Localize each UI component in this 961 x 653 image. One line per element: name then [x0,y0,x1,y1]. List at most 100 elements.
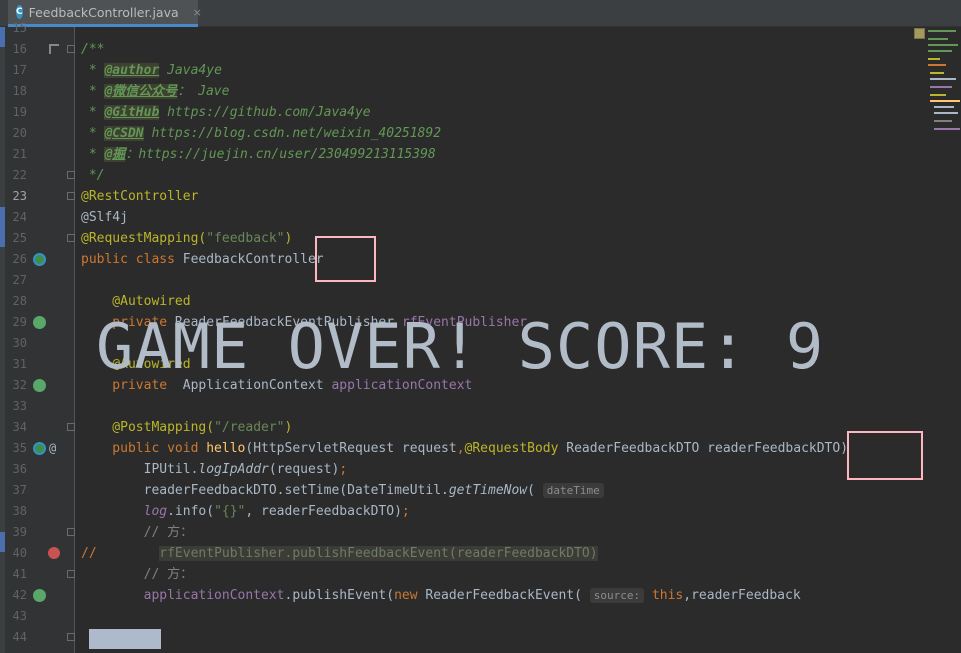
gutter-line-22[interactable]: 22 [5,165,75,186]
code-line-21: * @掘：https://juejin.cn/user/230499213115… [81,144,436,165]
close-tab-icon[interactable]: × [193,6,202,19]
comment-star: * [81,105,105,120]
gutter-line-17[interactable]: 17 [5,60,75,81]
fold-marker-icon[interactable] [67,234,75,242]
string-literal: "/reader" [214,420,285,435]
line-number: 32 [12,378,27,392]
gutter-line-23[interactable]: 23 [5,186,75,207]
code-line-18: * @微信公众号： Jave [81,81,229,102]
code-line-36: IPUtil.logIpAddr(request); [81,459,348,480]
gutter-line-30[interactable]: 30 [5,333,75,354]
gutter-line-25[interactable]: 25 [5,228,75,249]
line-number: 21 [12,147,27,161]
code-minimap[interactable] [926,28,961,138]
game-over-banner: GAME OVER! SCORE: 9 [96,310,825,383]
gutter-line-21[interactable]: 21 [5,144,75,165]
code-line-23: @RestController [81,189,199,204]
gutter-line-15[interactable]: 15 [5,18,75,39]
line-comment-marker: // [81,546,97,561]
gutter-line-35[interactable]: 35 @ [5,438,75,459]
gutter-line-19[interactable]: 19 [5,102,75,123]
param-list: ReaderFeedbackDTO readerFeedbackDTO) [566,441,849,456]
field-name: applicationContext [81,588,285,603]
gutter-line-42[interactable]: 42 [5,585,75,606]
gutter-line-44[interactable]: 44 [5,627,75,648]
line-number: 35 [12,441,27,455]
line-number: 23 [12,189,27,203]
gutter-line-29[interactable]: 29 [5,312,75,333]
code-line-35: public void hello(HttpServletRequest req… [81,438,848,459]
line-number: 41 [12,567,27,581]
gutter-line-40[interactable]: 40 [5,543,75,564]
line-gutter[interactable]: 15 16 17 18 19 20 21 22 23 24 25 26 27 28 29 30 31 32 33 34… [5,21,75,653]
static-call: getTimeNow [448,483,528,498]
gutter-line-43[interactable]: 43 [5,606,75,627]
code-line-37: readerFeedbackDTO.setTime(DateTimeUtil.g… [81,480,604,501]
javadoc-text: https://github.com/Java4ye [159,105,371,120]
fold-marker-icon[interactable] [67,423,75,431]
line-number: 30 [12,336,27,350]
line-number: 31 [12,357,27,371]
javadoc-tag: @author [104,63,160,78]
code-text: ,readerFeedback [683,588,801,603]
javadoc-text: ：https://juejin.cn/user/230499213115398 [125,147,436,162]
fold-marker-icon[interactable] [67,528,75,536]
gutter-line-32[interactable]: 32 [5,375,75,396]
annotation-close: ) [284,231,293,246]
gutter-line-16[interactable]: 16 [5,39,75,60]
semicolon: ; [401,504,410,519]
line-number: 17 [12,63,27,77]
fold-marker-icon[interactable] [67,45,75,53]
gutter-line-38[interactable]: 38 [5,501,75,522]
code-line-17: * @author Java4ye [81,60,222,81]
autowired-bean-icon[interactable] [33,589,46,602]
line-number: 33 [12,399,27,413]
gutter-line-27[interactable]: 27 [5,270,75,291]
keyword: this [644,588,684,603]
java-class-icon: C [16,5,23,19]
line-number: 37 [12,483,27,497]
gutter-line-34[interactable]: 34 [5,417,75,438]
fold-marker-icon[interactable] [67,633,75,641]
request-mapping-icon[interactable]: @ [49,438,56,459]
gutter-line-18[interactable]: 18 [5,81,75,102]
keyword: public class [81,252,183,267]
annotation-close: ) [284,420,293,435]
spring-bean-icon[interactable] [33,253,46,266]
code-line-16: /** [81,42,105,57]
annotation: @RequestBody [464,441,567,456]
text-selection [89,629,161,649]
code-text: (request) [268,462,340,477]
method-name: hello [206,441,246,456]
code-line-39: // 方： [81,525,194,540]
fold-marker-icon[interactable] [67,192,75,200]
analysis-status-icon[interactable] [914,28,925,39]
gutter-line-37[interactable]: 37 [5,480,75,501]
gutter-line-33[interactable]: 33 [5,396,75,417]
string-literal: "{}" [214,504,246,519]
implements-icon[interactable] [49,44,59,54]
line-number: 38 [12,504,27,518]
code-line-40: // rfEventPublisher.publishFeedbackEvent… [81,543,598,564]
gutter-line-24[interactable]: 24 [5,207,75,228]
breakpoint-icon[interactable] [48,547,60,559]
fold-marker-icon[interactable] [67,171,75,179]
gutter-line-26[interactable]: 26 [5,249,75,270]
code-line-25: @RequestMapping("feedback") [81,228,292,249]
code-text: IPUtil. [81,462,199,477]
gutter-line-28[interactable]: 28 [5,291,75,312]
spring-bean-icon[interactable] [33,442,46,455]
autowired-bean-icon[interactable] [33,379,46,392]
annotation: @RequestMapping( [81,231,207,246]
gutter-line-39[interactable]: 39 [5,522,75,543]
game-target-box [315,236,376,282]
gutter-line-31[interactable]: 31 [5,354,75,375]
gutter-line-36[interactable]: 36 [5,459,75,480]
fold-marker-icon[interactable] [67,570,75,578]
autowired-bean-icon[interactable] [33,316,46,329]
code-line-20: * @CSDN https://blog.csdn.net/weixin_402… [81,123,441,144]
javadoc-text: https://blog.csdn.net/weixin_40251892 [143,126,442,141]
gutter-line-20[interactable]: 20 [5,123,75,144]
comma: , [456,441,465,456]
gutter-line-41[interactable]: 41 [5,564,75,585]
